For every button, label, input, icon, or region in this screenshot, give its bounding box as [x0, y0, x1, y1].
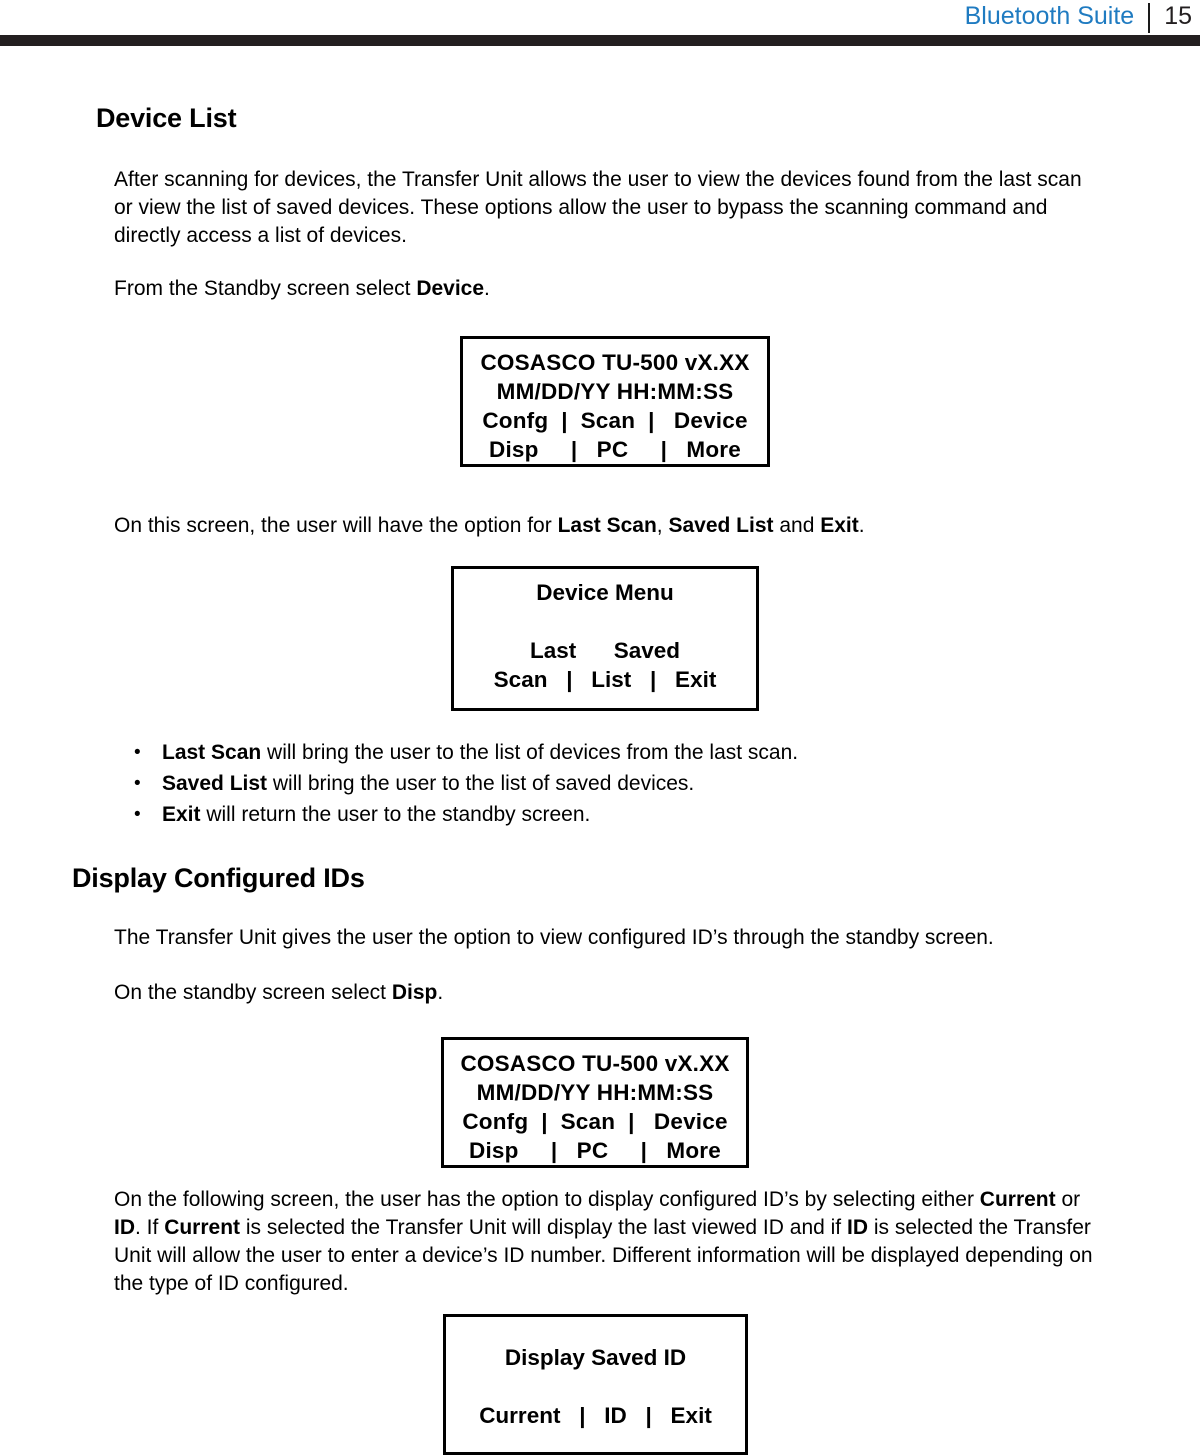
lcd-line-menu-row2: Disp | PC | More [489, 437, 741, 462]
list-item: Last Scan will bring the user to the lis… [134, 737, 1062, 768]
p2-bold-device: Device [416, 277, 485, 300]
lcd-line-datetime: MM/DD/YY HH:MM:SS [496, 379, 734, 404]
paragraph-device-options: On this screen, the user will have the o… [114, 512, 1094, 540]
p3-bold-exit: Exit [820, 514, 859, 537]
lcd-line-spacer [454, 607, 756, 636]
bullet-term-saved-list: Saved List [162, 772, 268, 795]
device-menu-option-list: Last Scan will bring the user to the lis… [128, 737, 1062, 830]
p6-bold-current-2: Current [164, 1216, 241, 1239]
lcd-line-title: COSASCO TU-500 vX.XX [460, 1051, 730, 1076]
p5-prefix: On the standby screen select [114, 981, 392, 1004]
bullet-term-exit: Exit [162, 803, 201, 826]
bullet-term-last-scan: Last Scan [162, 741, 262, 764]
paragraph-select-disp: On the standby screen select Disp. [114, 979, 1094, 1007]
header-divider [1148, 3, 1151, 33]
page-header: Bluetooth Suite 15 [0, 0, 1200, 46]
document-title: Bluetooth Suite [964, 2, 1135, 30]
lcd-line-datetime: MM/DD/YY HH:MM:SS [476, 1080, 714, 1105]
lcd-line-menu-row1: Last Saved [529, 638, 681, 663]
heading-device-list: Device List [96, 103, 237, 133]
p6-c: . If [135, 1216, 165, 1239]
bullet-text-saved-list: will bring the user to the list of saved… [267, 772, 695, 795]
p2-suffix: . [484, 277, 490, 300]
list-item: Exit will return the user to the standby… [134, 799, 1062, 830]
header-content: Bluetooth Suite 15 [965, 2, 1192, 34]
lcd-line-title: Device Menu [536, 580, 674, 605]
paragraph-select-device: From the Standby screen select Device. [114, 275, 1094, 303]
lcd-line-menu-row2: Disp | PC | More [469, 1138, 721, 1163]
p6-a: On the following screen, the user has th… [114, 1188, 980, 1211]
p2-prefix: From the Standby screen select [114, 277, 417, 300]
paragraph-current-or-id: On the following screen, the user has th… [114, 1186, 1110, 1298]
lcd-line-spacer [446, 1372, 745, 1401]
paragraph-display-ids-intro: The Transfer Unit gives the user the opt… [114, 926, 994, 949]
p6-b: or [1055, 1188, 1081, 1211]
lcd-line-menu-row2: Scan | List | Exit [493, 667, 717, 692]
lcd-line-title: Display Saved ID [504, 1345, 687, 1370]
p6-bold-id-1: ID [114, 1216, 135, 1239]
p3-bold-last-scan: Last Scan [557, 514, 657, 537]
lcd-line-menu-row1: Current | ID | Exit [479, 1403, 712, 1428]
p3-mid2: and [773, 514, 821, 537]
lcd-screen-standby-1: COSASCO TU-500 vX.XX MM/DD/YY HH:MM:SS C… [460, 336, 770, 467]
lcd-screen-standby-2: COSASCO TU-500 vX.XX MM/DD/YY HH:MM:SS C… [441, 1037, 749, 1168]
lcd-line-menu-row1: Confg | Scan | Device [462, 1109, 728, 1134]
p6-bold-id-2: ID [846, 1216, 868, 1239]
p3-bold-saved-list: Saved List [668, 514, 774, 537]
paragraph-device-list-intro: After scanning for devices, the Transfer… [114, 168, 1082, 247]
heading-display-configured-ids: Display Configured IDs [72, 863, 365, 893]
p6-bold-current-1: Current [979, 1188, 1056, 1211]
p3-prefix: On this screen, the user will have the o… [114, 514, 558, 537]
p5-suffix: . [437, 981, 444, 1004]
p6-d: is selected the Transfer Unit will displ… [240, 1216, 847, 1239]
page-number: 15 [1164, 2, 1192, 30]
lcd-screen-display-saved-id: Display Saved ID Current | ID | Exit [443, 1314, 748, 1455]
lcd-line-menu-row1: Confg | Scan | Device [482, 408, 748, 433]
p3-suffix: . [858, 514, 865, 537]
lcd-screen-device-menu: Device Menu Last Saved Scan | List | Exi… [451, 566, 759, 711]
list-item: Saved List will bring the user to the li… [134, 768, 1062, 799]
lcd-line-title: COSASCO TU-500 vX.XX [480, 350, 750, 375]
p3-mid1: , [656, 514, 669, 537]
bullet-text-last-scan: will bring the user to the list of devic… [261, 741, 799, 764]
bullet-text-exit: will return the user to the standby scre… [200, 803, 591, 826]
header-rule [0, 35, 1200, 46]
p5-bold-disp: Disp [391, 981, 438, 1004]
